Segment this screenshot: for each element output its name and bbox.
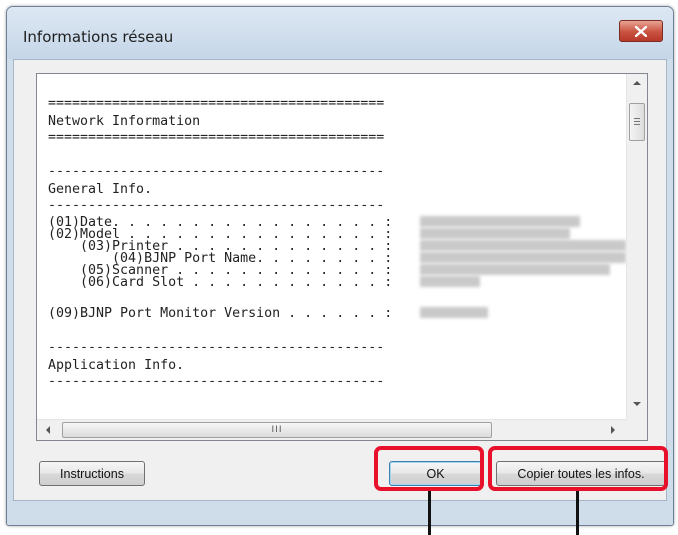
text-line: ----------------------------------------… — [48, 164, 385, 179]
text-line: ----------------------------------------… — [48, 340, 385, 355]
text-line: Network Information — [48, 114, 201, 129]
redacted-value — [420, 216, 580, 227]
ok-callout-line — [428, 491, 431, 535]
vertical-scrollbar[interactable] — [626, 74, 647, 420]
redacted-value — [420, 276, 480, 287]
network-info-dialog: Informations réseau ====================… — [6, 6, 674, 526]
redacted-value — [420, 228, 570, 239]
grip-icon: III — [271, 425, 283, 435]
text-line: ========================================… — [48, 96, 385, 111]
close-button[interactable] — [619, 20, 663, 42]
instructions-button[interactable]: Instructions — [39, 461, 145, 486]
redacted-value — [420, 240, 626, 251]
text-line: Application Info. — [48, 358, 185, 373]
text-line: (09)BJNP Port Monitor Version . . . . . … — [48, 306, 393, 321]
copy-all-info-button[interactable]: Copier toutes les infos. — [496, 461, 666, 486]
text-line: ========================================… — [48, 130, 385, 145]
text-line: General Info. — [48, 182, 153, 197]
horizontal-scroll-thumb[interactable]: III — [62, 422, 492, 438]
network-info-textbox[interactable]: ========================================… — [36, 73, 648, 441]
scroll-down-arrow-icon[interactable] — [633, 402, 641, 406]
window-title: Informations réseau — [23, 28, 174, 46]
close-icon — [635, 25, 647, 37]
redacted-value — [420, 264, 610, 275]
network-info-text: ========================================… — [38, 75, 626, 415]
scrollbar-corner — [627, 420, 647, 440]
text-line: (06)Card Slot . . . . . . . . . . . . : — [48, 275, 393, 290]
grip-line — [634, 118, 640, 119]
copy-callout-line — [576, 491, 579, 535]
scroll-up-arrow-icon[interactable] — [633, 81, 641, 85]
title-bar[interactable]: Informations réseau — [7, 7, 673, 59]
status-bar — [7, 501, 673, 525]
scroll-right-arrow-icon[interactable] — [611, 426, 615, 434]
horizontal-scrollbar[interactable]: III — [37, 419, 627, 440]
text-line: ----------------------------------------… — [48, 198, 385, 213]
grip-line — [634, 121, 640, 122]
redacted-value — [420, 307, 488, 318]
ok-button[interactable]: OK — [389, 461, 482, 486]
text-line: ----------------------------------------… — [48, 374, 385, 389]
scroll-left-arrow-icon[interactable] — [46, 426, 50, 434]
redacted-value — [420, 252, 626, 263]
vertical-scroll-thumb[interactable] — [629, 103, 645, 141]
dialog-content: ========================================… — [13, 59, 667, 501]
grip-line — [634, 124, 640, 125]
